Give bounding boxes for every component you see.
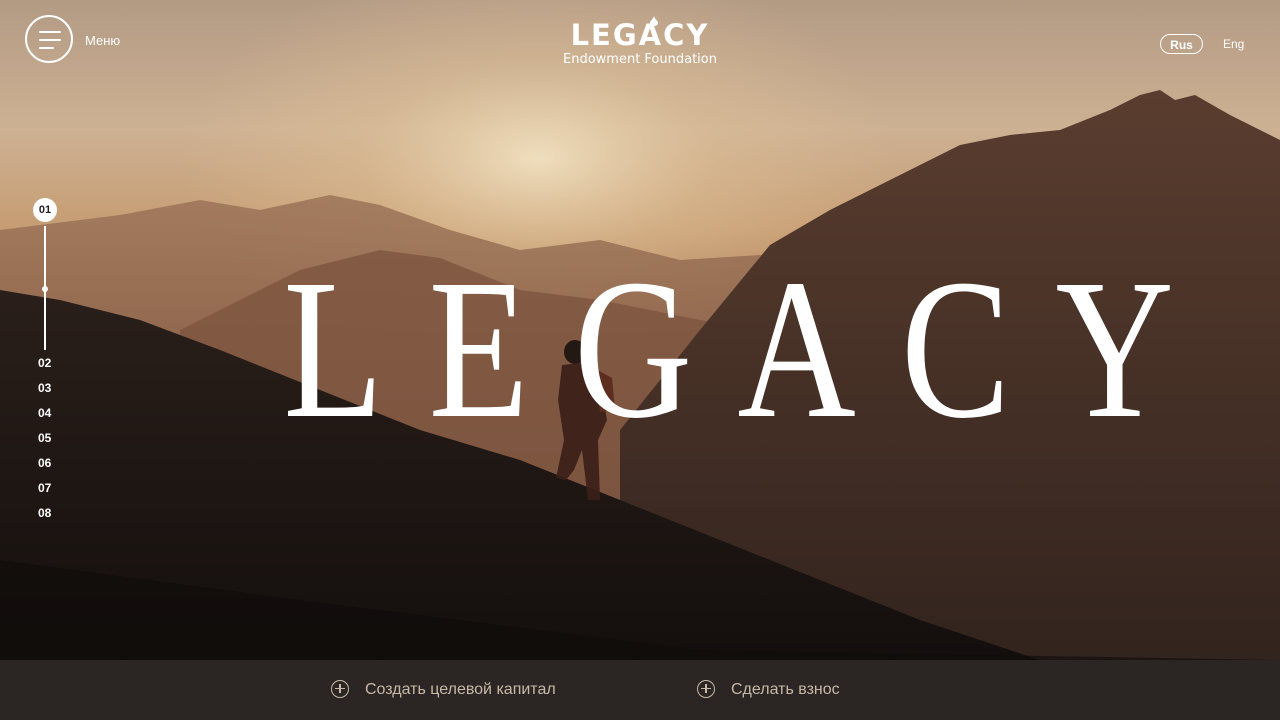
bottom-action-bar: Создать целевой капитал Сделать взнос — [0, 660, 1280, 720]
make-donation-button[interactable]: Сделать взнос — [697, 679, 840, 700]
menu-label[interactable]: Меню — [85, 33, 120, 48]
logo-wordmark: LEGACY — [570, 18, 710, 52]
slide-nav-item[interactable]: 02 — [38, 356, 51, 370]
slide-progress-dot — [42, 286, 48, 292]
slide-nav-item[interactable]: 05 — [38, 431, 51, 445]
slide-nav-current[interactable]: 01 — [33, 198, 57, 222]
plus-circle-icon — [697, 679, 715, 698]
plus-circle-icon — [331, 679, 349, 698]
site-logo[interactable]: LEGACY Endowment Foundation — [540, 16, 740, 68]
slide-nav-item[interactable]: 03 — [38, 381, 51, 395]
slide-nav-item[interactable]: 06 — [38, 456, 51, 470]
hero-screen: Меню LEGACY Endowment Foundation Rus Eng… — [0, 0, 1280, 720]
slide-navigation: 01 02 03 04 05 06 07 08 — [20, 198, 70, 538]
menu-button[interactable] — [25, 15, 73, 63]
slide-nav-item[interactable]: 08 — [38, 506, 51, 520]
make-donation-label: Сделать взнос — [731, 681, 840, 698]
slide-nav-item[interactable]: 04 — [38, 406, 51, 420]
language-rus-button[interactable]: Rus — [1160, 34, 1203, 54]
language-eng-button[interactable]: Eng — [1223, 34, 1244, 54]
drop-icon — [650, 16, 658, 26]
slide-nav-item[interactable]: 07 — [38, 481, 51, 495]
hero-title: LEGACY — [283, 239, 1219, 460]
create-capital-button[interactable]: Создать целевой капитал — [331, 679, 556, 700]
create-capital-label: Создать целевой капитал — [365, 681, 556, 698]
hamburger-icon — [39, 31, 61, 33]
logo-subtitle: Endowment Foundation — [563, 52, 717, 67]
